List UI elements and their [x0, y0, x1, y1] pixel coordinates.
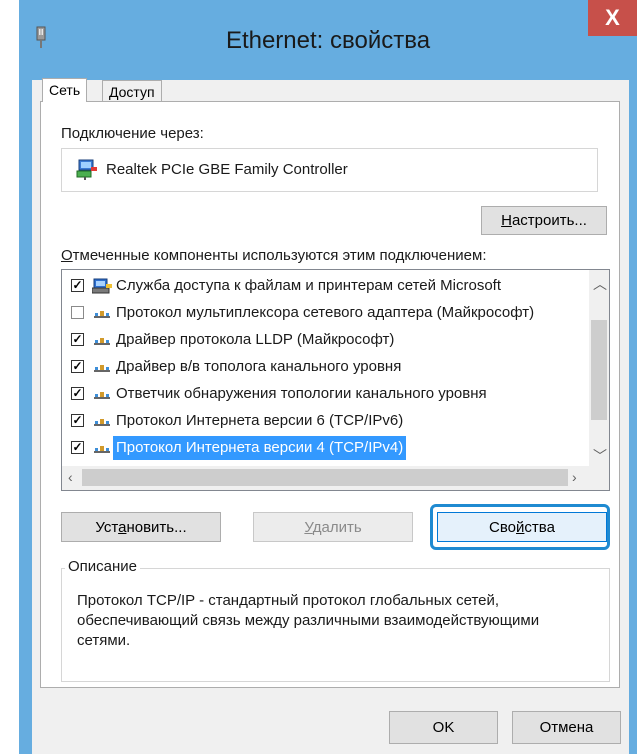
scroll-up-icon[interactable]: ︿: [593, 274, 607, 294]
ok-button[interactable]: OK: [389, 711, 498, 744]
component-label: Служба доступа к файлам и принтерам сете…: [116, 277, 502, 294]
horizontal-scrollbar[interactable]: ‹ ›: [62, 466, 609, 490]
list-item[interactable]: ✓ Драйвер в/в тополога канального уровня: [62, 355, 588, 379]
scroll-down-icon[interactable]: ﹀: [593, 446, 607, 466]
protocol-icon: [94, 365, 110, 372]
component-label: Протокол Интернета версии 6 (TCP/IPv6): [116, 412, 404, 429]
tab-network[interactable]: Сеть: [42, 78, 88, 102]
close-icon: X: [605, 5, 620, 30]
scroll-left-icon[interactable]: ‹: [68, 469, 73, 485]
tab-network-label: Сеть: [49, 82, 81, 98]
vertical-scroll-thumb[interactable]: [591, 320, 607, 420]
component-checkbox[interactable]: ✓: [71, 441, 84, 454]
component-label: Драйвер протокола LLDP (Майкрософт): [116, 331, 395, 348]
component-checkbox[interactable]: ✓: [71, 387, 84, 400]
ok-button-label: OK: [432, 719, 455, 736]
title-bar[interactable]: Ethernet: свойства X: [19, 0, 637, 80]
protocol-icon: [94, 419, 110, 426]
component-checkbox[interactable]: ✓: [71, 414, 84, 427]
properties-highlight: [430, 504, 610, 550]
protocol-icon: [94, 338, 110, 345]
protocol-icon: [94, 311, 110, 318]
horizontal-scroll-thumb[interactable]: [82, 469, 568, 486]
component-checkbox[interactable]: ✓: [71, 279, 84, 292]
dialog-client-area: Сеть Доступ Подключение через: Realtek P…: [32, 78, 629, 754]
list-item[interactable]: ✓ Ответчик обнаружения топологии канально…: [62, 382, 588, 406]
cancel-button-label: Отмена: [539, 719, 594, 736]
description-legend: Описание: [65, 558, 141, 575]
protocol-icon: [94, 392, 110, 399]
description-text: Протокол TCP/IP - стандартный протокол г…: [77, 592, 540, 649]
remove-button-label: Удалить: [304, 518, 362, 536]
component-label: Протокол мультиплексора сетевого адаптер…: [116, 304, 535, 321]
component-checkbox[interactable]: [71, 306, 84, 319]
close-button[interactable]: X: [588, 0, 637, 36]
list-item[interactable]: Протокол мультиплексора сетевого адаптер…: [62, 301, 588, 325]
components-list[interactable]: ✓ Служба доступа к файлам и принтерам сет…: [61, 269, 610, 491]
network-adapter-icon: [76, 159, 97, 180]
protocol-icon: [94, 446, 110, 453]
connect-via-label: Подключение через:: [61, 125, 204, 142]
tab-sharing-label: Доступ: [109, 84, 155, 100]
tab-sharing[interactable]: Доступ: [102, 80, 162, 102]
list-item[interactable]: ✓ Протокол Интернета версии 4 (TCP/IPv4): [62, 436, 588, 460]
install-button[interactable]: Установить...: [61, 512, 221, 542]
component-label: Ответчик обнаружения топологии канальног…: [116, 385, 487, 402]
list-item[interactable]: ✓ Драйвер протокола LLDP (Майкрософт): [62, 328, 588, 352]
adapter-field: Realtek PCIe GBE Family Controller: [61, 148, 598, 192]
component-checkbox[interactable]: ✓: [71, 333, 84, 346]
list-item[interactable]: ✓ Служба доступа к файлам и принтерам сет…: [62, 274, 588, 298]
adapter-name: Realtek PCIe GBE Family Controller: [106, 161, 348, 178]
install-button-label: Установить...: [95, 518, 187, 536]
cancel-button[interactable]: Отмена: [512, 711, 621, 744]
network-tab-panel: Подключение через: Realtek PCIe GBE Fami…: [40, 101, 620, 688]
components-label: Отмеченные компоненты используются этим …: [61, 247, 487, 264]
file-printer-sharing-icon: [92, 278, 112, 294]
list-item[interactable]: ✓ Протокол Интернета версии 6 (TCP/IPv6): [62, 409, 588, 433]
configure-button[interactable]: Настроить...: [481, 206, 607, 235]
component-checkbox[interactable]: ✓: [71, 360, 84, 373]
component-label: Протокол Интернета версии 4 (TCP/IPv4): [113, 436, 407, 460]
scroll-right-icon[interactable]: ›: [572, 469, 577, 485]
properties-window: Ethernet: свойства X Сеть Доступ Подключ…: [19, 0, 637, 754]
remove-button[interactable]: Удалить: [253, 512, 413, 542]
component-label: Драйвер в/в тополога канального уровня: [116, 358, 402, 375]
configure-button-label: Настроить...: [501, 212, 587, 229]
window-title: Ethernet: свойства: [225, 27, 431, 54]
vertical-scrollbar[interactable]: ︿ ﹀: [589, 270, 609, 466]
